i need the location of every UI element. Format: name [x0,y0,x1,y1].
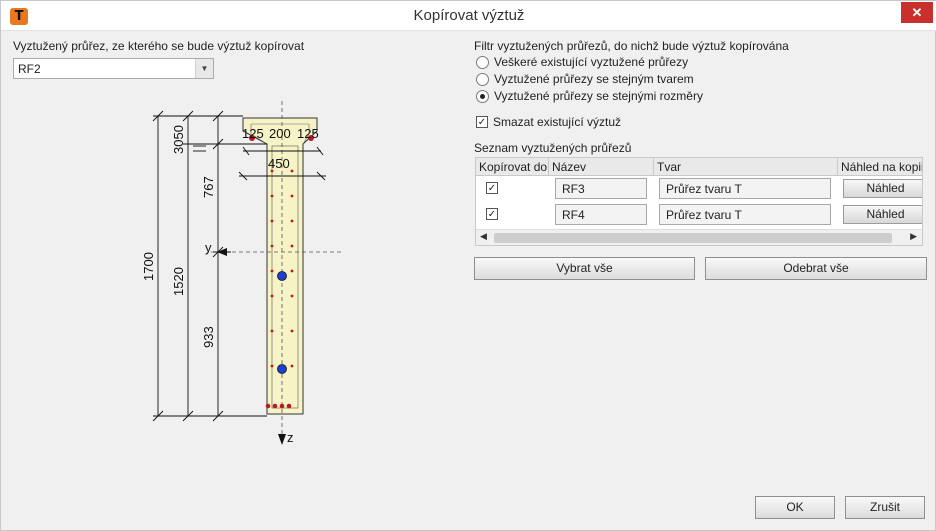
row-name-cell[interactable]: RF4 [555,204,647,225]
cancel-button[interactable]: Zrušit [845,496,925,519]
row-copy-checkbox[interactable]: ✓ [486,208,498,220]
dim-top-left: 125 [242,126,264,141]
filter-label: Filtr vyztužených průřezů, do nichž bude… [474,39,789,53]
source-label: Vyztužený průřez, ze kterého se bude výz… [13,39,305,53]
dim-height-total: 1700 [141,252,156,281]
source-value: RF2 [18,62,41,76]
column-header-name[interactable]: Název [549,158,654,176]
dim-flange: 3050 [171,125,186,154]
select-all-button[interactable]: Vybrat vše [474,257,695,280]
radio-same-shape[interactable]: Vyztužené průřezy se stejným tvarem [476,72,776,88]
horizontal-scrollbar[interactable]: ◀ ▶ [476,229,922,245]
row-name-cell[interactable]: RF3 [555,178,647,199]
axis-z-label: z [287,430,294,445]
chevron-down-icon[interactable]: ▼ [195,59,213,78]
close-button[interactable]: ✕ [901,2,933,23]
scroll-thumb[interactable] [494,233,892,243]
column-header-preview[interactable]: Náhled na kopii [838,158,922,176]
dim-top-right: 125 [297,126,319,141]
row-copy-checkbox[interactable]: ✓ [486,182,498,194]
radio-label: Vyztužené průřezy se stejnými rozměry [494,89,703,103]
dim-upper: 767 [201,176,216,198]
radio-indicator[interactable] [476,56,489,69]
radio-label: Vyztužené průřezy se stejným tvarem [494,72,694,86]
column-header-copy[interactable]: Kopírovat do [476,158,549,176]
delete-existing-checkbox[interactable]: ✓ [476,116,488,128]
scroll-right-icon[interactable]: ▶ [910,231,917,242]
source-combo[interactable]: RF2 ▼ [13,58,214,79]
row-shape-cell[interactable]: Průřez tvaru T [659,178,831,199]
window-title: Kopírovat výztuž [413,7,525,24]
sections-grid: Kopírovat do Název Tvar Náhled na kopii … [475,157,923,246]
section-preview: y z 1700 1520 3050 767 933 125 200 125 4… [141,101,341,445]
dim-lower: 933 [201,326,216,348]
deselect-all-button[interactable]: Odebrat vše [705,257,927,280]
row-preview-button[interactable]: Náhled [843,205,922,224]
radio-indicator[interactable] [476,73,489,86]
ok-button[interactable]: OK [755,496,835,519]
radio-same-dimensions[interactable]: Vyztužené průřezy se stejnými rozměry [476,89,776,105]
radio-indicator-selected[interactable] [476,90,489,103]
row-shape-cell[interactable]: Průřez tvaru T [659,204,831,225]
dim-top-mid: 200 [269,126,291,141]
scroll-left-icon[interactable]: ◀ [480,231,487,242]
dim-height-web: 1520 [171,267,186,296]
list-label: Seznam vyztužených průřezů [474,141,632,155]
radio-label: Veškeré existující vyztužené průřezy [494,55,689,69]
delete-existing-label: Smazat existující výztuž [493,115,622,129]
title-bar: T Kopírovat výztuž ✕ [1,1,936,31]
radio-all-sections[interactable]: Veškeré existující vyztužené průřezy [476,55,776,71]
row-preview-button[interactable]: Náhled [843,179,922,198]
dim-width: 450 [268,156,290,171]
dialog-window: T Kopírovat výztuž ✕ Vyztužený průřez, z… [0,0,936,531]
column-header-shape[interactable]: Tvar [654,158,838,176]
axis-y-label: y [205,240,212,255]
